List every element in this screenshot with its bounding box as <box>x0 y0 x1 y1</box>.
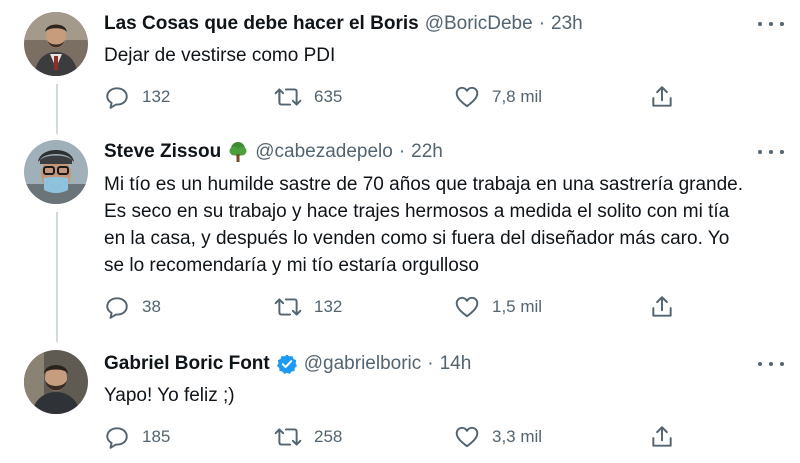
retweet-count: 132 <box>314 297 343 316</box>
retweet-icon <box>274 428 302 446</box>
separator-dot: · <box>538 13 546 34</box>
tweet[interactable]: Las Cosas que debe hacer el Boris @Boric… <box>0 0 800 128</box>
retweet-icon <box>274 298 302 316</box>
display-name[interactable]: Las Cosas que debe hacer el Boris <box>104 12 419 36</box>
tweet[interactable]: Gabriel Boric Font @gabrielboric · 14h Y… <box>0 340 800 463</box>
heart-icon <box>455 426 479 448</box>
share-icon <box>652 296 672 317</box>
reply-button[interactable]: 132 <box>104 83 170 111</box>
reply-icon <box>106 297 128 319</box>
user-handle[interactable]: @cabezadepelo <box>255 140 393 164</box>
tweet-text: Dejar de vestirse como PDI <box>104 45 336 66</box>
retweet-count: 258 <box>314 427 343 446</box>
more-options-icon[interactable] <box>758 14 784 34</box>
avatar[interactable] <box>24 140 88 204</box>
user-handle[interactable]: @BoricDebe <box>425 12 533 36</box>
like-count: 1,5 mil <box>492 297 543 316</box>
timestamp[interactable]: 22h <box>411 140 443 164</box>
like-count: 7,8 mil <box>492 87 543 106</box>
like-button[interactable]: 3,3 mil <box>454 423 542 451</box>
like-count: 3,3 mil <box>492 427 543 446</box>
display-name[interactable]: Gabriel Boric Font <box>104 352 270 376</box>
tweet[interactable]: Steve Zissou @cabezadepelo · 22h Mi tío … <box>0 128 800 340</box>
share-button[interactable] <box>649 293 675 321</box>
retweet-button[interactable]: 635 <box>274 83 342 111</box>
heart-icon <box>455 296 479 318</box>
tweet-header: Steve Zissou @cabezadepelo · 22h <box>104 140 443 164</box>
share-icon <box>652 426 672 447</box>
tweet-actions: 185 258 3,3 mil <box>104 423 704 451</box>
like-button[interactable]: 1,5 mil <box>454 293 542 321</box>
tweet-actions: 132 635 7,8 mil <box>104 83 704 111</box>
tweet-text: Yapo! Yo feliz ;) <box>104 385 235 406</box>
tweet-header: Las Cosas que debe hacer el Boris @Boric… <box>104 12 583 36</box>
separator-dot: · <box>427 353 434 374</box>
heart-icon <box>455 86 479 108</box>
display-name[interactable]: Steve Zissou <box>104 140 221 164</box>
retweet-button[interactable]: 132 <box>274 293 342 321</box>
more-options-icon[interactable] <box>758 354 784 374</box>
tweet-actions: 38 132 1,5 mil <box>104 293 704 321</box>
reply-button[interactable]: 185 <box>104 423 170 451</box>
reply-icon <box>106 427 128 449</box>
retweet-icon <box>274 88 302 106</box>
reply-button[interactable]: 38 <box>104 293 161 321</box>
retweet-button[interactable]: 258 <box>274 423 342 451</box>
reply-icon <box>106 87 128 109</box>
share-button[interactable] <box>649 423 675 451</box>
retweet-count: 635 <box>314 87 343 106</box>
reply-count: 185 <box>142 427 171 446</box>
verified-badge-icon <box>276 353 298 375</box>
tweet-header: Gabriel Boric Font @gabrielboric · 14h <box>104 352 471 376</box>
reply-count: 38 <box>142 297 161 316</box>
avatar[interactable] <box>24 350 88 414</box>
more-options-icon[interactable] <box>758 142 784 162</box>
tweet-text: Mi tío es un humilde sastre de 70 años q… <box>104 174 744 276</box>
like-button[interactable]: 7,8 mil <box>454 83 542 111</box>
tree-emoji-icon <box>227 141 249 163</box>
share-icon <box>652 86 672 107</box>
separator-dot: · <box>398 141 406 162</box>
reply-count: 132 <box>142 87 171 106</box>
timestamp[interactable]: 14h <box>440 352 472 376</box>
timestamp[interactable]: 23h <box>551 12 583 36</box>
user-handle[interactable]: @gabrielboric <box>304 352 422 376</box>
avatar[interactable] <box>24 12 88 76</box>
share-button[interactable] <box>649 83 675 111</box>
